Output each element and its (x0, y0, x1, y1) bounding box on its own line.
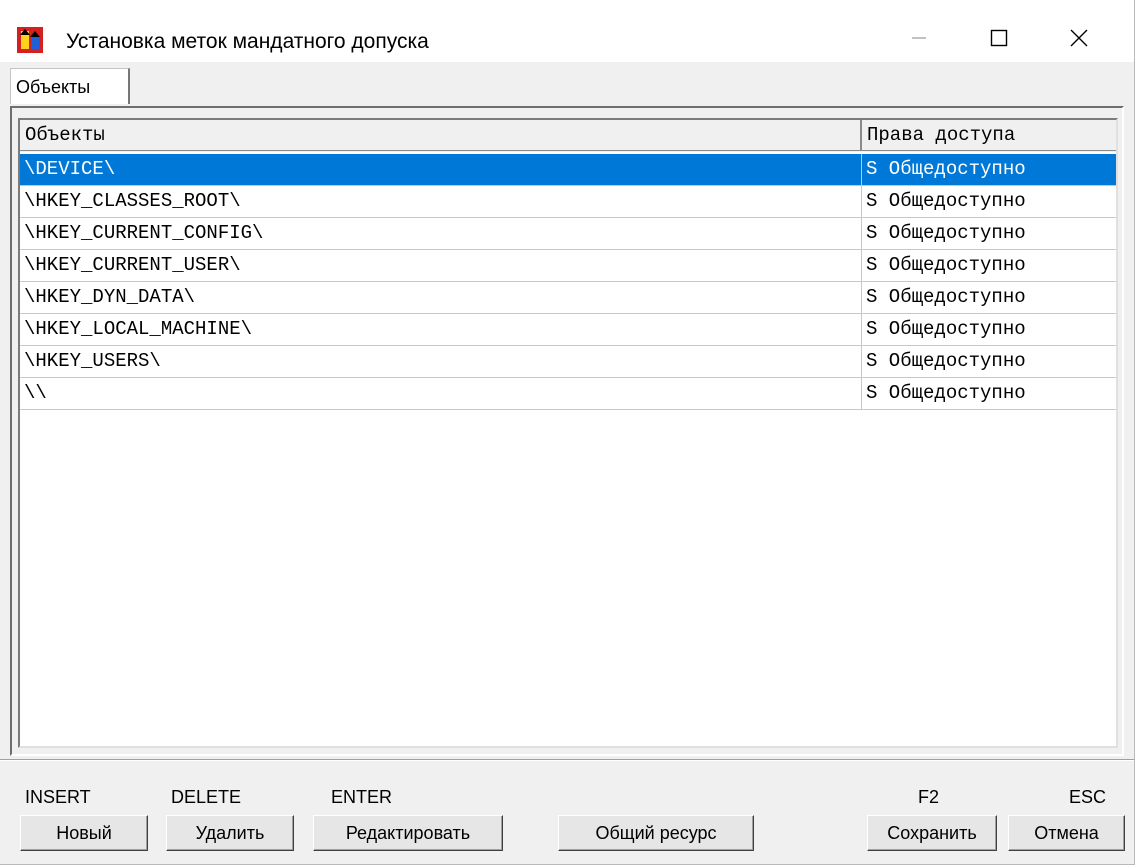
object-cell: \HKEY_CURRENT_USER\ (20, 250, 862, 281)
access-cell: S Общедоступно (866, 350, 1026, 372)
object-cell: \HKEY_CURRENT_CONFIG\ (20, 218, 862, 249)
table-row[interactable]: \HKEY_CURRENT_CONFIG\ S Общедоступно (20, 218, 1116, 250)
close-button[interactable] (1050, 14, 1108, 62)
object-cell: \HKEY_CLASSES_ROOT\ (20, 186, 862, 217)
hotkey-insert: INSERT (25, 787, 91, 807)
table-row[interactable]: \HKEY_CLASSES_ROOT\ S Общедоступно (20, 186, 1116, 218)
dialog-window: Установка меток мандатного допуска Объек… (0, 0, 1135, 865)
tab-objects[interactable]: Объекты (10, 68, 130, 104)
access-cell: S Общедоступно (866, 222, 1026, 244)
column-header-access[interactable]: Права доступа (862, 120, 1116, 151)
table-row[interactable]: \HKEY_DYN_DATA\ S Общедоступно (20, 282, 1116, 314)
maximize-icon (990, 29, 1008, 47)
access-cell: S Общедоступно (866, 318, 1026, 340)
close-icon (1070, 29, 1088, 47)
table-row[interactable]: \HKEY_USERS\ S Общедоступно (20, 346, 1116, 378)
object-cell: \HKEY_LOCAL_MACHINE\ (20, 314, 862, 345)
object-cell: \HKEY_USERS\ (20, 346, 862, 377)
title-bar[interactable]: Установка меток мандатного допуска (0, 0, 1134, 62)
access-cell: S Общедоступно (866, 254, 1026, 276)
minimize-button[interactable] (890, 14, 948, 62)
hotkey-enter: ENTER (331, 787, 393, 807)
edit-button[interactable]: Редактировать (313, 815, 503, 851)
table-row[interactable]: \HKEY_CURRENT_USER\ S Общедоступно (20, 250, 1116, 282)
shared-resource-button[interactable]: Общий ресурс (558, 815, 754, 851)
button-bar: INSERT DELETE ENTER F2 ESC Новый Удалить… (0, 759, 1134, 865)
access-cell: S Общедоступно (866, 158, 1026, 180)
save-button[interactable]: Сохранить (867, 815, 997, 851)
access-cell: S Общедоступно (866, 382, 1026, 404)
tab-strip: Объекты (0, 62, 1134, 107)
table-row[interactable]: \DEVICE\ S Общедоступно (20, 154, 1116, 186)
cancel-button[interactable]: Отмена (1008, 815, 1125, 851)
table-row[interactable]: \\ S Общедоступно (20, 378, 1116, 410)
window-title: Установка меток мандатного допуска (66, 30, 429, 53)
object-cell: \HKEY_DYN_DATA\ (20, 282, 862, 313)
new-button[interactable]: Новый (20, 815, 148, 851)
list-header: Объекты Права доступа (20, 120, 1116, 152)
column-header-objects[interactable]: Объекты (20, 120, 862, 151)
table-row[interactable]: \HKEY_LOCAL_MACHINE\ S Общедоступно (20, 314, 1116, 346)
delete-button[interactable]: Удалить (166, 815, 294, 851)
maximize-button[interactable] (970, 14, 1028, 62)
app-icon (17, 27, 43, 53)
access-cell: S Общедоступно (866, 190, 1026, 212)
hotkey-esc: ESC (1069, 787, 1107, 807)
objects-listview[interactable]: Объекты Права доступа \DEVICE\ S Общедос… (18, 118, 1118, 748)
minimize-icon (912, 37, 926, 39)
access-cell: S Общедоступно (866, 286, 1026, 308)
hotkey-delete: DELETE (171, 787, 242, 807)
object-cell: \\ (20, 378, 862, 409)
hotkey-f2: F2 (918, 787, 940, 807)
list-rows: \DEVICE\ S Общедоступно \HKEY_CLASSES_RO… (20, 154, 1116, 410)
object-cell: \DEVICE\ (20, 154, 862, 185)
